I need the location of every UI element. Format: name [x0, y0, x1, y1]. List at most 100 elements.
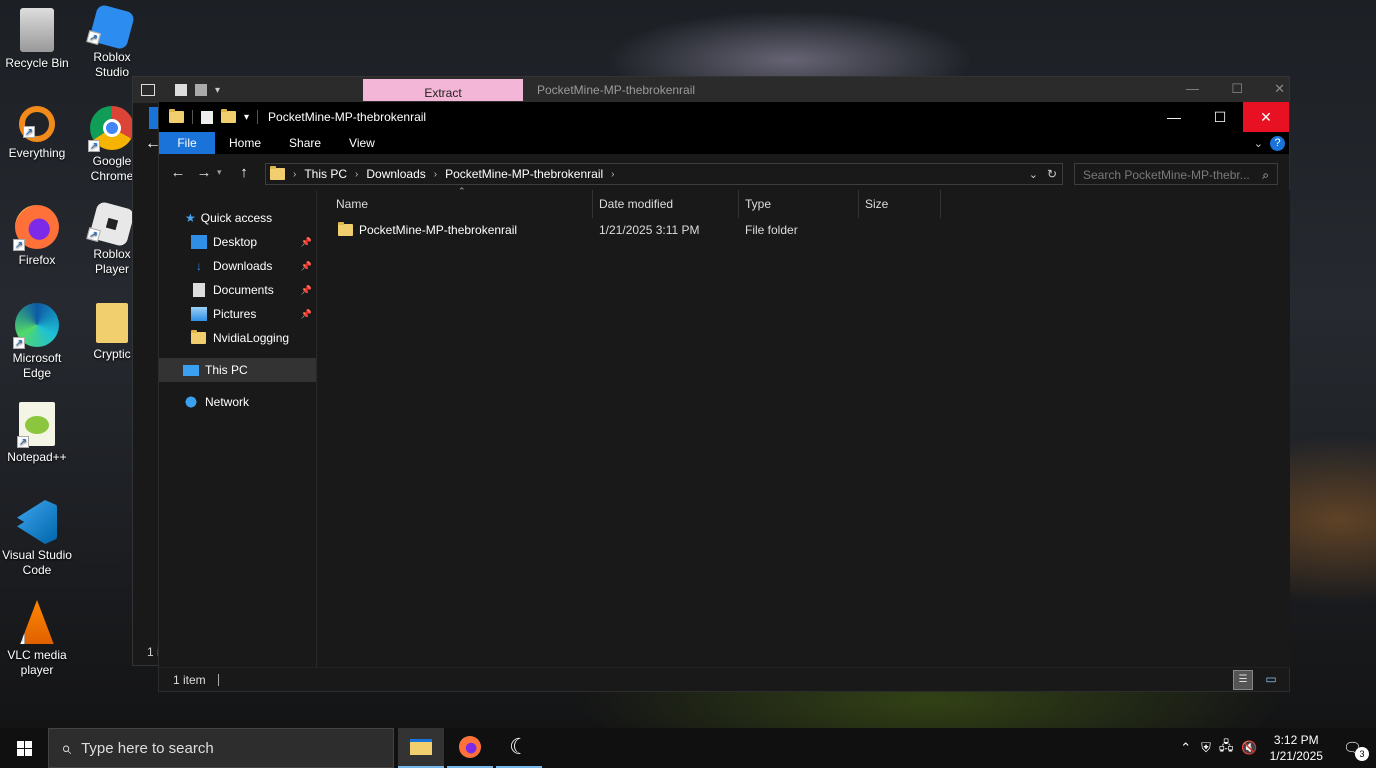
refresh-icon[interactable]: ↻: [1047, 167, 1057, 181]
breadcrumb-current-folder[interactable]: PocketMine-MP-thebrokenrail: [445, 167, 603, 181]
folder-icon: [270, 166, 285, 180]
desktop-icon-microsoft-edge[interactable]: ↗ Microsoft Edge: [1, 303, 73, 381]
breadcrumb-this-pc[interactable]: This PC: [304, 167, 347, 181]
back-arrow-icon[interactable]: ←: [165, 164, 191, 181]
minimize-button[interactable]: —: [1151, 102, 1197, 132]
desktop-icon-recycle-bin[interactable]: Recycle Bin: [1, 8, 73, 71]
details-view-icon[interactable]: ☰: [1233, 669, 1253, 690]
navigation-pane[interactable]: ★ Quick access Desktop 📌 ↓ Downloads 📌 Doc…: [159, 190, 317, 668]
desktop-icon-firefox[interactable]: ↗ Firefox: [1, 205, 73, 268]
extract-tab[interactable]: Extract: [363, 79, 523, 103]
vscode-icon: ↗: [17, 500, 57, 544]
divider: [257, 110, 259, 124]
column-name[interactable]: Name: [318, 190, 593, 218]
close-icon[interactable]: ✕: [1274, 81, 1285, 97]
file-date: 1/21/2025 3:11 PM: [599, 223, 700, 237]
expand-ribbon-icon[interactable]: ⌄: [1254, 137, 1263, 150]
tab-share[interactable]: Share: [275, 132, 335, 154]
security-icon[interactable]: ⛨: [1201, 740, 1211, 756]
folder-icon: [338, 222, 353, 236]
divider: [192, 110, 193, 124]
moon-icon: ☾: [509, 734, 529, 759]
nav-item-pictures[interactable]: Pictures 📌: [159, 302, 316, 326]
forward-arrow-icon[interactable]: →: [191, 164, 217, 181]
nav-item-downloads[interactable]: ↓ Downloads 📌: [159, 254, 316, 278]
file-list[interactable]: ⌃ Name Date modified Type Size PocketMin…: [318, 186, 1290, 668]
large-icons-view-icon[interactable]: ▭: [1261, 670, 1281, 690]
chevron-down-icon[interactable]: ▾: [215, 85, 220, 96]
chrome-icon: ↗: [88, 106, 134, 152]
desktop-icon-vlc[interactable]: ↗ VLC media player: [1, 600, 73, 678]
chevron-up-icon[interactable]: ⌃: [1180, 740, 1191, 756]
new-folder-icon: [195, 84, 207, 96]
new-folder-icon[interactable]: [221, 109, 236, 123]
volume-muted-icon[interactable]: 🔇: [1241, 740, 1257, 756]
nav-item-desktop[interactable]: Desktop 📌: [159, 230, 316, 254]
status-bar: 1 item ☰ ▭: [159, 667, 1289, 691]
desktop-icon-visual-studio-code[interactable]: ↗ Visual Studio Code: [1, 500, 73, 578]
file-name: PocketMine-MP-thebrokenrail: [359, 223, 518, 237]
taskbar-search-placeholder: Type here to search: [81, 739, 214, 757]
tab-view[interactable]: View: [335, 132, 389, 154]
nav-network[interactable]: Network: [159, 390, 316, 414]
file-row[interactable]: PocketMine-MP-thebrokenrail 1/21/2025 3:…: [318, 218, 1290, 242]
document-icon: [193, 283, 205, 297]
star-icon: ★: [185, 211, 196, 225]
search-icon: ⌕: [61, 737, 72, 758]
nav-item-nvidialogging[interactable]: NvidiaLogging: [159, 326, 316, 350]
help-icon[interactable]: ?: [1270, 135, 1285, 151]
chevron-right-icon[interactable]: ›: [293, 169, 296, 180]
desktop-icon-roblox-studio[interactable]: ↗ Roblox Studio: [76, 3, 148, 80]
nav-item-documents[interactable]: Documents 📌: [159, 278, 316, 302]
firefox-icon: [459, 736, 481, 758]
chevron-down-icon[interactable]: ▾: [244, 112, 249, 123]
background-window-title: PocketMine-MP-thebrokenrail: [537, 83, 696, 97]
background-title-bar: ▾: [133, 77, 1289, 103]
notepad-plus-plus-icon: ↗: [17, 402, 55, 448]
column-headers: ⌃ Name Date modified Type Size: [318, 186, 1290, 218]
network-icon[interactable]: 🖧: [1219, 737, 1234, 759]
folder-icon: [169, 109, 184, 123]
address-bar-row: ← → ▾ ↑ › This PC › Downloads › PocketMi…: [159, 154, 1289, 190]
folder-icon: [96, 303, 128, 343]
tab-home[interactable]: Home: [215, 132, 275, 154]
taskbar-moon-app[interactable]: ☾: [496, 728, 542, 768]
nav-this-pc[interactable]: This PC: [159, 358, 316, 382]
notification-count: 3: [1355, 747, 1369, 761]
properties-icon[interactable]: [201, 110, 213, 124]
breadcrumb[interactable]: › This PC › Downloads › PocketMine-MP-th…: [265, 163, 1063, 185]
column-date-modified[interactable]: Date modified: [593, 190, 739, 218]
column-size[interactable]: Size: [859, 190, 941, 218]
notifications-icon[interactable]: 🗨 3: [1343, 739, 1369, 761]
chevron-right-icon[interactable]: ›: [355, 169, 358, 180]
desktop-icon-notepad-plus-plus[interactable]: ↗ Notepad++: [1, 402, 73, 465]
taskbar-file-explorer[interactable]: [398, 728, 444, 768]
maximize-button[interactable]: ☐: [1197, 102, 1243, 132]
explorer-window[interactable]: ▾ PocketMine-MP-thebrokenrail — ☐ ✕ File…: [158, 101, 1290, 692]
up-arrow-icon[interactable]: ↑: [231, 164, 257, 181]
roblox-player-icon: ↗: [86, 200, 136, 248]
search-input[interactable]: Search PocketMine-MP-thebr... ⌕: [1074, 163, 1278, 185]
close-button[interactable]: ✕: [1243, 102, 1289, 132]
taskbar: ⌕ Type here to search ☾ ⌃ ⛨ 🖧 🔇 3:12 PM …: [0, 728, 1376, 768]
ribbon: File Home Share View ⌄ ?: [159, 132, 1289, 154]
chevron-right-icon[interactable]: ›: [434, 169, 437, 180]
minimize-icon[interactable]: —: [1186, 81, 1199, 96]
vlc-icon: ↗: [20, 600, 54, 644]
maximize-icon[interactable]: ☐: [1231, 81, 1243, 97]
app-icon: [141, 84, 155, 96]
clock[interactable]: 3:12 PM 1/21/2025: [1270, 732, 1323, 764]
recent-locations-icon[interactable]: ▾: [217, 167, 231, 178]
column-type[interactable]: Type: [739, 190, 859, 218]
pin-icon: 📌: [300, 260, 312, 271]
breadcrumb-downloads[interactable]: Downloads: [366, 167, 425, 181]
desktop-icon: [191, 235, 207, 249]
start-button[interactable]: [0, 728, 48, 768]
taskbar-firefox[interactable]: [447, 728, 493, 768]
desktop-icon-everything[interactable]: ↗ Everything: [1, 106, 73, 161]
chevron-right-icon[interactable]: ›: [611, 169, 614, 180]
tab-file[interactable]: File: [159, 132, 215, 154]
nav-quick-access[interactable]: ★ Quick access: [159, 206, 316, 230]
taskbar-search-box[interactable]: ⌕ Type here to search: [48, 728, 394, 768]
address-dropdown-icon[interactable]: ⌄: [1029, 168, 1038, 181]
